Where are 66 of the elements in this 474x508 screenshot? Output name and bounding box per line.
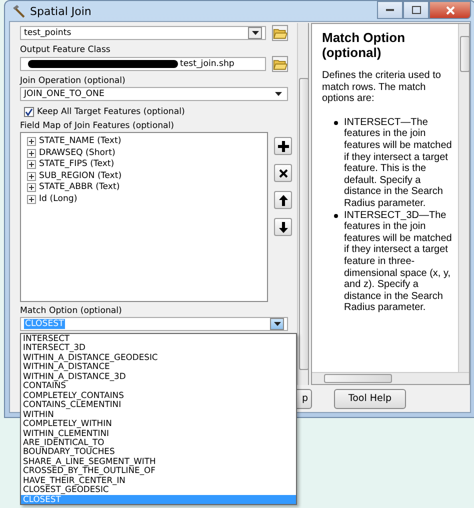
help-list-item: INTERSECT_3D—The features in the join features will be matched if they intersect a target feature in three-dimensional space (x, y, and z). Specify a distance in the Search Radius parameter. [344,210,453,314]
expand-icon[interactable] [27,194,36,204]
help-title: Match Option (optional) [322,30,406,60]
field-label: Match Option (optional) [20,306,123,316]
dropdown-option[interactable]: HAVE_THEIR_CENTER_IN [21,476,296,486]
down-arrow-icon [278,222,288,232]
join-operation-combobox[interactable]: JOIN_ONE_TO_ONE [20,87,288,101]
move-down-button[interactable] [274,218,292,236]
close-icon [278,168,288,178]
expand-icon[interactable] [27,160,36,170]
hammer-icon [11,4,25,18]
plus-icon [278,140,288,152]
vertical-scrollbar[interactable] [297,23,308,385]
dropdown-option[interactable]: CONTAINS_CLEMENTINI [21,400,296,410]
field-label: Join Operation (optional) [20,76,126,86]
minimize-button[interactable] [377,1,403,19]
maximize-icon [412,6,420,14]
field-map-item[interactable]: STATE_FIPS (Text) [39,159,114,170]
up-arrow-icon [278,194,288,206]
dropdown-option[interactable]: CLOSEST_GEODESIC [21,485,296,495]
move-up-button[interactable] [274,191,292,209]
dropdown-option[interactable]: ARE_IDENTICAL_TO [21,438,296,448]
keep-all-checkbox[interactable] [24,107,34,117]
dropdown-option[interactable]: CROSSED_BY_THE_OUTLINE_OF [21,466,296,476]
dropdown-option[interactable]: SHARE_A_LINE_SEGMENT_WITH [21,456,296,466]
checkbox-label: Keep All Target Features (optional) [37,107,185,117]
target-features-combobox[interactable]: test_points [20,26,266,40]
maximize-button[interactable] [403,1,429,19]
add-button[interactable] [274,137,292,155]
help-description: Defines the criteria used to match rows. The match options are: [322,70,442,105]
minimize-icon [386,8,394,12]
field-map-item[interactable]: STATE_ABBR (Text) [39,182,120,194]
remove-button[interactable] [274,164,292,182]
expand-icon[interactable] [27,183,36,192]
field-label: Output Feature Class [20,45,112,55]
field-map-item[interactable]: Id (Long) [39,194,78,205]
dropdown-option[interactable]: WITHIN [21,410,296,420]
expand-icon[interactable] [27,172,36,181]
window-title: Spatial Join [30,4,92,18]
close-button[interactable] [429,1,471,19]
dropdown-option[interactable]: INTERSECT_3D [21,343,296,353]
vertical-scrollbar[interactable] [458,24,469,372]
close-icon [446,6,454,14]
dropdown-option[interactable]: COMPLETELY_CONTAINS [21,390,296,400]
expand-icon[interactable] [27,137,36,146]
dropdown-option[interactable]: INTERSECT [21,334,296,344]
field-map-item[interactable]: DRAWSEQ (Short) [39,148,116,159]
expand-icon[interactable] [27,148,36,158]
horizontal-scrollbar[interactable] [312,372,469,384]
output-path-field[interactable]: test_join.shp [20,57,266,71]
dropdown-option[interactable]: WITHIN_CLEMENTINI [21,428,296,438]
dropdown-option[interactable]: WITHIN_A_DISTANCE_GEODESIC [21,352,296,362]
bullet-icon [334,120,338,125]
bullet-icon [334,214,338,218]
dropdown-option[interactable]: CONTAINS [21,381,296,391]
dropdown-option[interactable]: BOUNDARY_TOUCHES [21,447,296,457]
field-label: Field Map of Join Features (optional) [20,121,176,131]
tool-help-button[interactable]: Tool Help [334,388,406,408]
field-map-item[interactable]: STATE_NAME (Text) [39,136,122,148]
help-list-item: INTERSECT—The features in the join features will be matched if they intersect a target feature. This is the default. Specify a distance in the Search Radius parameter. [344,116,453,210]
browse-folder-button[interactable] [272,56,288,72]
field-map-item[interactable]: SUB_REGION (Text) [39,170,122,182]
browse-folder-button[interactable] [272,25,288,41]
dropdown-option[interactable]: WITHIN_A_DISTANCE [21,362,296,372]
dropdown-option[interactable]: WITHIN_A_DISTANCE_3D [21,372,296,382]
dropdown-option[interactable]: COMPLETELY_WITHIN [21,419,296,429]
